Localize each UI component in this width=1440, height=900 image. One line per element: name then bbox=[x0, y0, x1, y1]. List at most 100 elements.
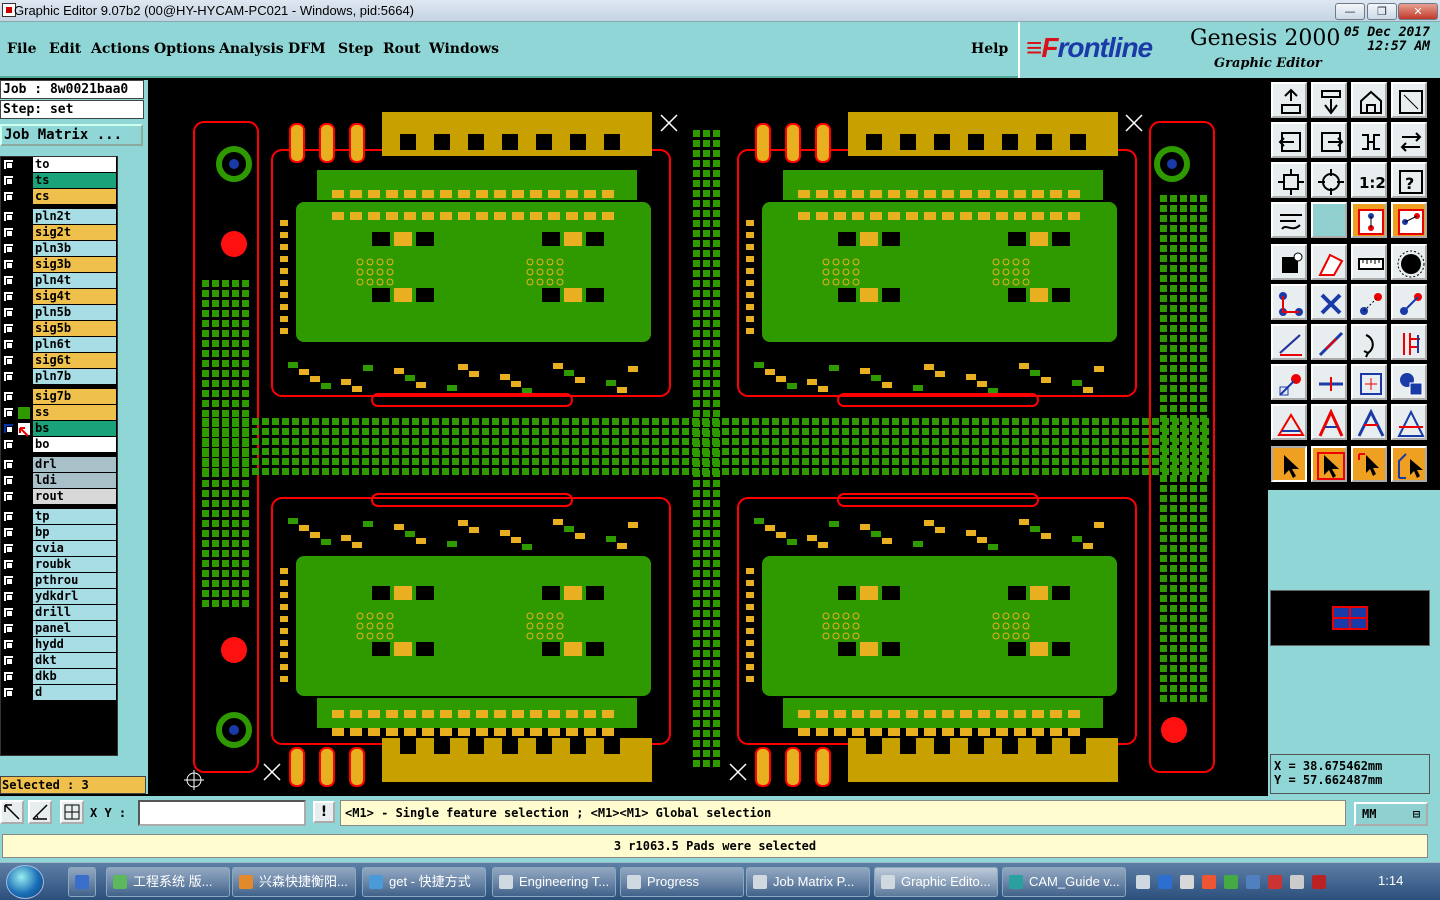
layer-checkbox[interactable] bbox=[3, 607, 14, 618]
layer-checkbox[interactable] bbox=[3, 339, 14, 350]
pointer-select-icon[interactable] bbox=[1311, 446, 1347, 482]
layer-checkbox[interactable] bbox=[3, 575, 14, 586]
layer-checkbox[interactable] bbox=[3, 191, 14, 202]
layer-row-pln6t[interactable]: pln6t bbox=[1, 337, 119, 353]
draw-line-icon[interactable] bbox=[1271, 324, 1307, 360]
antivirus-icon[interactable] bbox=[1268, 875, 1282, 889]
redraw-icon[interactable] bbox=[1351, 122, 1387, 158]
zoom-target-icon[interactable] bbox=[1311, 162, 1347, 198]
layer-checkbox[interactable] bbox=[3, 475, 14, 486]
triangle-b-icon[interactable] bbox=[1311, 404, 1347, 440]
layer-row-cvia[interactable]: cvia bbox=[1, 541, 119, 557]
job-matrix-button[interactable]: Job Matrix ... bbox=[0, 124, 143, 146]
layer-checkbox[interactable] bbox=[3, 671, 14, 682]
display-icon[interactable] bbox=[1290, 875, 1304, 889]
zoom-fit-icon[interactable] bbox=[1271, 162, 1307, 198]
layer-checkbox[interactable] bbox=[3, 543, 14, 554]
draw-diagonal-icon[interactable] bbox=[1311, 324, 1347, 360]
units-selector[interactable]: MM ⊟ bbox=[1354, 802, 1428, 826]
layer-row-pln4t[interactable]: pln4t bbox=[1, 273, 119, 289]
close-button[interactable]: ✕ bbox=[1398, 3, 1438, 20]
pointer-stretch-icon[interactable] bbox=[1391, 446, 1427, 482]
snap-point-icon[interactable] bbox=[1271, 364, 1307, 400]
house-icon[interactable] bbox=[1351, 82, 1387, 118]
layer-blue-icon[interactable] bbox=[1391, 202, 1427, 238]
keyboard-icon[interactable] bbox=[1136, 875, 1150, 889]
layer-checkbox[interactable] bbox=[3, 371, 14, 382]
layer-row-dkt[interactable]: dkt bbox=[1, 653, 119, 669]
layer-row-pln3b[interactable]: pln3b bbox=[1, 241, 119, 257]
layer-row-sig3b[interactable]: sig3b bbox=[1, 257, 119, 273]
layer-row-tp[interactable]: tp bbox=[1, 509, 119, 525]
layer-checkbox[interactable] bbox=[3, 623, 14, 634]
maximize-button[interactable]: ❐ bbox=[1367, 3, 1397, 20]
parallel-lines-icon[interactable] bbox=[1391, 324, 1427, 360]
layer-row-pln5b[interactable]: pln5b bbox=[1, 305, 119, 321]
layer-checkbox[interactable] bbox=[3, 211, 14, 222]
layer-row-bo[interactable]: bo bbox=[1, 437, 119, 453]
menu-windows[interactable]: Windows bbox=[429, 41, 499, 57]
taskbar-item[interactable]: Progress bbox=[620, 867, 744, 897]
layer-row-drill[interactable]: drill bbox=[1, 605, 119, 621]
select-shape-icon[interactable] bbox=[1311, 244, 1347, 280]
layer-row-ldi[interactable]: ldi bbox=[1, 473, 119, 489]
layer-row-sig6t[interactable]: sig6t bbox=[1, 353, 119, 369]
ruler-icon[interactable] bbox=[1351, 244, 1387, 280]
layer-checkbox[interactable] bbox=[3, 355, 14, 366]
taskbar-item[interactable]: 工程系统 版... bbox=[106, 867, 230, 897]
menu-edit[interactable]: Edit bbox=[49, 41, 81, 57]
pointer-mark-icon[interactable] bbox=[1351, 446, 1387, 482]
layer-row-bp[interactable]: bp bbox=[1, 525, 119, 541]
xy-input[interactable] bbox=[138, 800, 306, 826]
layer-checkbox[interactable] bbox=[3, 491, 14, 502]
sync-icon[interactable] bbox=[1391, 122, 1427, 158]
menu-actions[interactable]: Actions bbox=[91, 41, 150, 57]
start-button[interactable] bbox=[6, 865, 44, 899]
layer-checkbox[interactable] bbox=[3, 591, 14, 602]
menu-rout[interactable]: Rout bbox=[383, 41, 421, 57]
layer-row-ts[interactable]: ts bbox=[1, 173, 119, 189]
measure-icon[interactable] bbox=[28, 800, 52, 824]
layer-checkbox[interactable] bbox=[3, 407, 14, 418]
select-pad-icon[interactable] bbox=[1271, 244, 1307, 280]
layer-row-sig4t[interactable]: sig4t bbox=[1, 289, 119, 305]
snap-box-icon[interactable] bbox=[1351, 364, 1387, 400]
grid-icon[interactable] bbox=[1311, 202, 1347, 238]
layer-checkbox[interactable] bbox=[3, 559, 14, 570]
down-arrow-icon[interactable] bbox=[1311, 82, 1347, 118]
query-icon[interactable]: ? bbox=[1391, 162, 1427, 198]
snap-shapes-icon[interactable] bbox=[1391, 364, 1427, 400]
layer-checkbox[interactable] bbox=[3, 243, 14, 254]
flag-icon[interactable] bbox=[1202, 875, 1216, 889]
layer-row-sig5b[interactable]: sig5b bbox=[1, 321, 119, 337]
layer-row-roubk[interactable]: roubk bbox=[1, 557, 119, 573]
layer-checkbox[interactable] bbox=[3, 527, 14, 538]
layer-row-d[interactable]: d bbox=[1, 685, 119, 701]
layer-checkbox[interactable] bbox=[3, 459, 14, 470]
layer-checkbox[interactable] bbox=[3, 511, 14, 522]
graphic-canvas[interactable] bbox=[148, 80, 1268, 796]
zoom-area-icon[interactable] bbox=[0, 800, 24, 824]
pointer-icon[interactable] bbox=[1271, 446, 1307, 482]
layer-row-pln2t[interactable]: pln2t bbox=[1, 209, 119, 225]
layer-red-icon[interactable] bbox=[1351, 202, 1387, 238]
layer-row-bs[interactable]: bs bbox=[1, 421, 119, 437]
move-node-icon[interactable] bbox=[1351, 284, 1387, 320]
layer-checkbox[interactable] bbox=[3, 259, 14, 270]
layer-row-ss[interactable]: ss bbox=[1, 405, 119, 421]
layer-row-cs[interactable]: cs bbox=[1, 189, 119, 205]
circle-pad-icon[interactable] bbox=[1391, 244, 1427, 280]
pan-right-icon[interactable] bbox=[1311, 122, 1347, 158]
pan-left-icon[interactable] bbox=[1271, 122, 1307, 158]
taskbar-item[interactable]: Graphic Edito... bbox=[874, 867, 998, 897]
menu-help[interactable]: Help bbox=[971, 41, 1008, 57]
layer-row-drl[interactable]: drl bbox=[1, 457, 119, 473]
add-node-icon[interactable] bbox=[1391, 284, 1427, 320]
triangle-a-icon[interactable] bbox=[1271, 404, 1307, 440]
snap-mid-icon[interactable] bbox=[1311, 364, 1347, 400]
layer-row-sig2t[interactable]: sig2t bbox=[1, 225, 119, 241]
taskbar-item[interactable]: Job Matrix P... bbox=[746, 867, 870, 897]
layer-row-pln7b[interactable]: pln7b bbox=[1, 369, 119, 385]
volume-icon[interactable] bbox=[1246, 875, 1260, 889]
frame-icon[interactable] bbox=[1391, 82, 1427, 118]
